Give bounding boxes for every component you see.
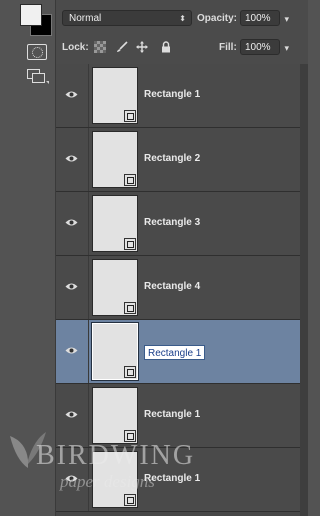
layer-name[interactable]: Rectangle 3 — [144, 217, 200, 228]
watermark-title: BIRDWING — [36, 440, 196, 471]
blend-mode-value: Normal — [69, 13, 102, 24]
eye-icon[interactable] — [65, 346, 78, 355]
opacity-label: Opacity: — [197, 13, 238, 24]
layer-row[interactable]: Rectangle 2 — [56, 128, 308, 192]
fill-value: 100% — [245, 42, 271, 53]
foreground-color-swatch[interactable] — [20, 4, 42, 26]
lock-position-icon[interactable] — [136, 41, 148, 53]
select-arrows-icon: ⬍ — [179, 14, 186, 23]
shape-layer-icon — [124, 174, 136, 186]
quick-mask-icon[interactable] — [27, 44, 47, 60]
watermark-subtitle: paper designs — [60, 472, 155, 491]
layer-thumbnail[interactable] — [91, 322, 139, 381]
fill-label: Fill: — [219, 42, 237, 53]
fill-field[interactable]: 100% ▾ — [240, 39, 289, 55]
shape-layer-icon — [124, 238, 136, 250]
opacity-value: 100% — [245, 13, 271, 24]
visibility-toggle[interactable] — [56, 256, 89, 319]
eye-icon[interactable] — [65, 218, 78, 227]
layer-name[interactable]: Rectangle 2 — [144, 153, 200, 164]
chevron-down-icon[interactable]: ▾ — [284, 11, 289, 27]
layer-row[interactable]: Rectangle 3 — [56, 192, 308, 256]
lock-label: Lock: — [62, 42, 89, 53]
eye-icon[interactable] — [65, 410, 78, 419]
layer-row[interactable]: Rectangle 4 — [56, 256, 308, 320]
layer-thumbnail[interactable] — [92, 131, 138, 188]
opacity-field[interactable]: 100% ▾ — [240, 10, 289, 26]
eye-icon[interactable] — [65, 282, 78, 291]
layer-row[interactable]: Rectangle 1 — [56, 64, 308, 128]
layer-name[interactable]: Rectangle 1 — [144, 89, 200, 100]
lock-all-icon[interactable] — [160, 41, 172, 53]
visibility-toggle[interactable] — [56, 64, 89, 127]
layers-scrollbar[interactable] — [300, 64, 308, 516]
lock-transparent-pixels-icon[interactable] — [94, 41, 106, 53]
visibility-toggle[interactable] — [56, 192, 89, 255]
visibility-toggle[interactable] — [56, 320, 89, 383]
watermark: BIRDWING paper designs — [8, 430, 238, 500]
screen-mode-icon[interactable] — [27, 69, 49, 84]
layer-rename-input[interactable]: Rectangle 1 — [144, 345, 206, 360]
layer-row-selected[interactable]: Rectangle 1 — [56, 320, 308, 384]
layer-thumbnail[interactable] — [92, 67, 138, 124]
eye-icon[interactable] — [65, 154, 78, 163]
eye-icon[interactable] — [65, 90, 78, 99]
layer-name[interactable]: Rectangle 4 — [144, 281, 200, 292]
layer-thumbnail[interactable] — [92, 195, 138, 252]
visibility-toggle[interactable] — [56, 128, 89, 191]
blend-mode-select[interactable]: Normal ⬍ — [62, 10, 192, 26]
lock-image-pixels-icon[interactable] — [116, 41, 128, 53]
shape-layer-icon — [124, 302, 136, 314]
layer-thumbnail[interactable] — [92, 259, 138, 316]
chevron-down-icon[interactable]: ▾ — [284, 40, 289, 56]
layers-options-bar: Normal ⬍ Opacity: 100% ▾ Lock: Fill: 100… — [56, 0, 308, 65]
layer-name[interactable]: Rectangle 1 — [144, 409, 200, 420]
shape-layer-icon — [124, 110, 136, 122]
shape-layer-icon — [124, 366, 136, 378]
